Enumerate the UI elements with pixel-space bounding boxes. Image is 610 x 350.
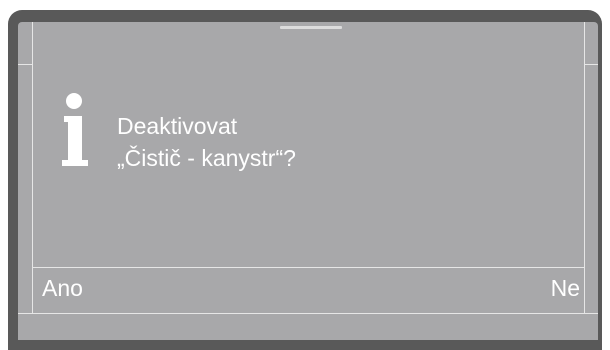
dialog-message: Deaktivovat „Čistič - kanystr“? bbox=[117, 110, 296, 174]
message-line-2: „Čistič - kanystr“? bbox=[117, 145, 296, 171]
yes-button[interactable]: Ano bbox=[42, 273, 83, 303]
display-screen: Deaktivovat „Čistič - kanystr“? Ano Ne bbox=[18, 22, 598, 340]
message-line-1: Deaktivovat bbox=[117, 113, 238, 139]
frame-left-line bbox=[32, 22, 33, 314]
page-indicator bbox=[280, 26, 342, 29]
no-button[interactable]: Ne bbox=[551, 273, 580, 303]
info-icon bbox=[58, 92, 90, 174]
frame-right-line bbox=[584, 22, 585, 314]
bottom-divider bbox=[18, 313, 598, 314]
frame-right-tick bbox=[584, 64, 598, 65]
frame-left-tick bbox=[18, 64, 32, 65]
softkey-divider bbox=[32, 267, 585, 268]
